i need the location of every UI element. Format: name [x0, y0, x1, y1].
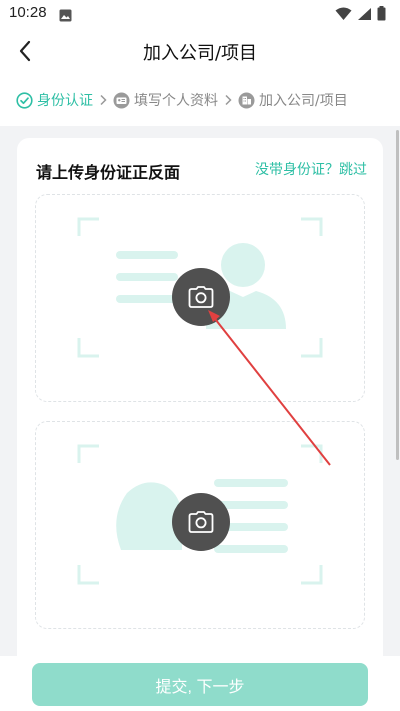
- battery-icon: [377, 6, 386, 25]
- scrollbar[interactable]: [396, 130, 399, 460]
- step-label: 填写个人资料: [134, 93, 218, 109]
- chevron-right-icon: [218, 94, 238, 106]
- upload-front-area[interactable]: [35, 194, 365, 402]
- camera-button-back[interactable]: [172, 493, 230, 551]
- nav-bar: 加入公司/项目: [0, 28, 400, 74]
- building-icon: [238, 92, 255, 109]
- status-time: 10:28: [9, 4, 47, 21]
- camera-icon: [188, 286, 214, 308]
- skip-link[interactable]: 没带身份证？跳过: [255, 159, 367, 179]
- step-profile: 填写个人资料: [113, 90, 218, 110]
- step-label: 加入公司/项目: [259, 93, 348, 109]
- camera-icon: [188, 511, 214, 533]
- step-progress: 身份认证 填写个人资料 加入公司/项目: [0, 74, 400, 126]
- id-card-icon: [113, 92, 130, 109]
- image-icon: [59, 7, 72, 26]
- page-title: 加入公司/项目: [142, 43, 258, 64]
- signal-icon: [357, 6, 372, 25]
- step-identity: 身份认证: [16, 90, 93, 110]
- chevron-right-icon: [93, 94, 113, 106]
- wifi-icon: [335, 6, 352, 25]
- check-circle-icon: [16, 91, 33, 109]
- step-join: 加入公司/项目: [238, 90, 348, 110]
- card-title: 请上传身份证正反面: [36, 163, 181, 182]
- id-upload-card: 请上传身份证正反面 没带身份证？跳过: [17, 138, 383, 678]
- upload-back-area[interactable]: [35, 421, 365, 629]
- camera-button-front[interactable]: [172, 268, 230, 326]
- submit-next-button[interactable]: 提交, 下一步: [32, 663, 368, 706]
- status-bar: 10:28: [0, 0, 400, 28]
- step-label: 身份认证: [37, 93, 93, 109]
